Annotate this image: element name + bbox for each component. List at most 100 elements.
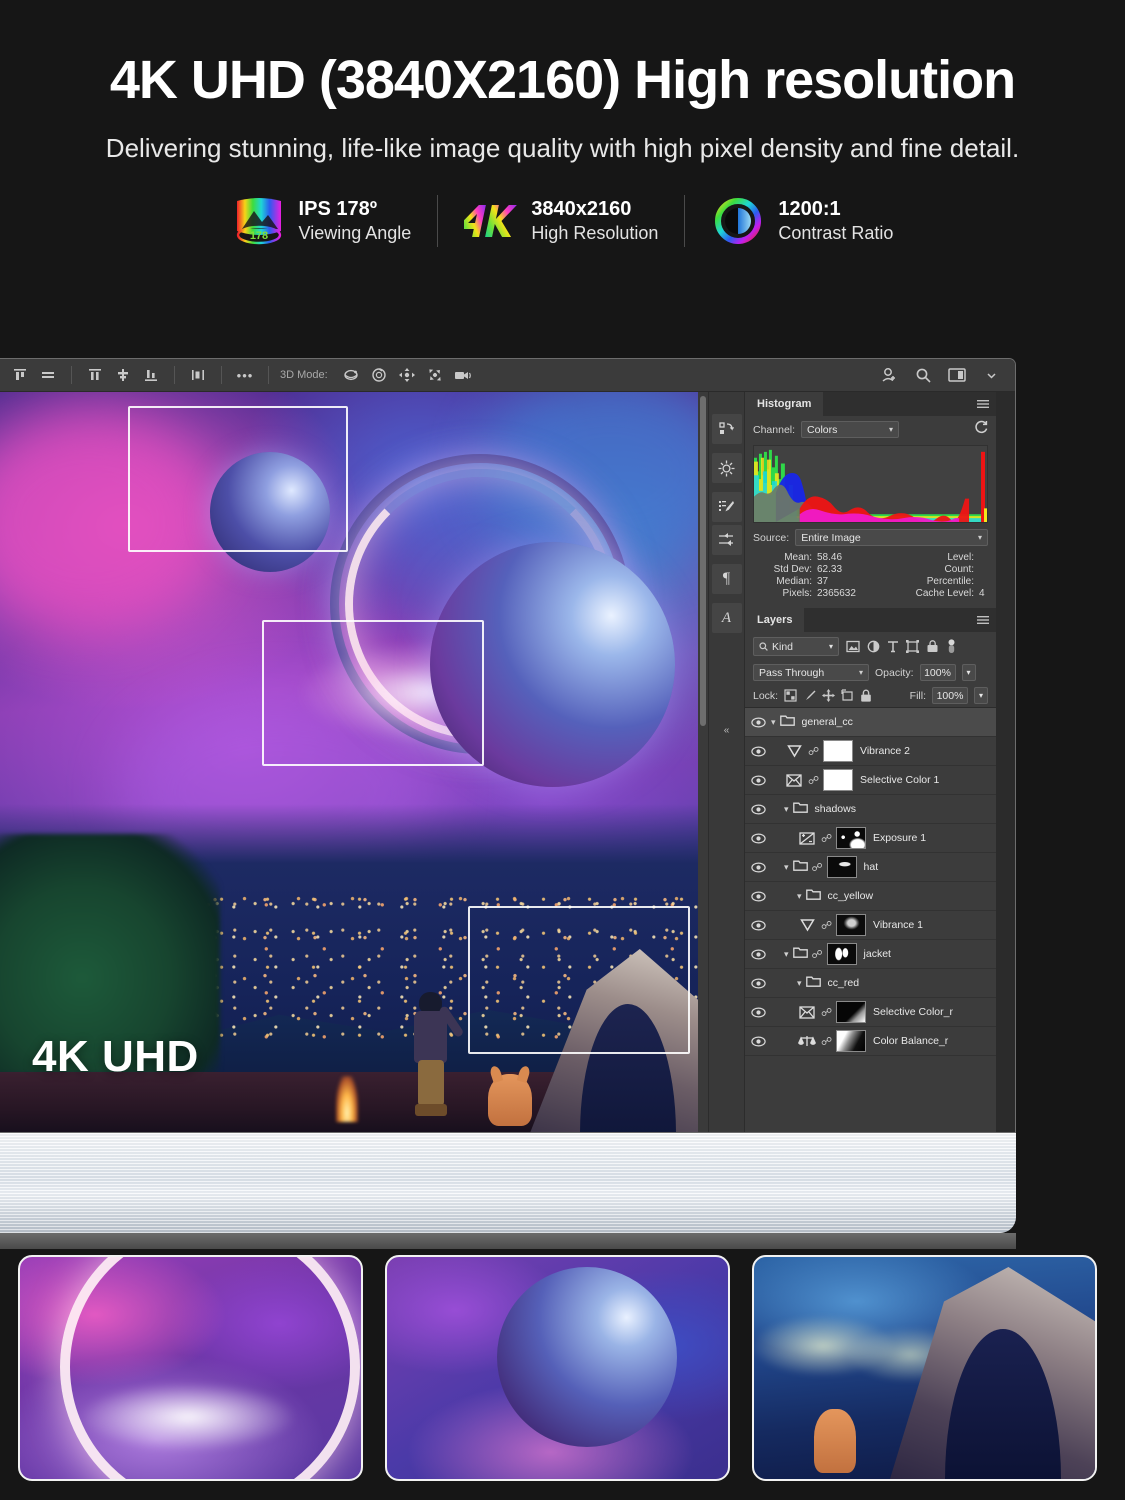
layer-visibility-toggle-icon[interactable]: [745, 774, 771, 786]
collapse-panels-icon[interactable]: «: [724, 725, 730, 736]
thumbnail-glowing-ring[interactable]: [18, 1255, 363, 1481]
layer-kind-filter[interactable]: Kind ▾: [753, 637, 839, 656]
layer-link-icon[interactable]: ☍: [812, 948, 823, 961]
align-middle-icon[interactable]: [36, 364, 60, 386]
distribute-bottom-icon[interactable]: [139, 364, 163, 386]
layer-mask-thumbnail[interactable]: [826, 943, 857, 965]
brushes-icon[interactable]: [711, 492, 742, 522]
type-layer-filter-icon[interactable]: [887, 640, 899, 653]
layer-link-icon[interactable]: ☍: [808, 774, 819, 787]
layer-visibility-toggle-icon[interactable]: [745, 948, 771, 960]
layer-row[interactable]: ▾ ☍ jacket: [745, 940, 996, 969]
lock-all-icon[interactable]: [860, 689, 872, 703]
paragraph-icon[interactable]: ¶: [711, 564, 742, 594]
rotate-3d-icon[interactable]: [340, 364, 364, 386]
distribute-top-icon[interactable]: [83, 364, 107, 386]
canvas-vertical-scrollbar[interactable]: [698, 392, 708, 1132]
layer-disclosure-icon[interactable]: ▾: [784, 804, 789, 815]
layer-mask-thumbnail[interactable]: [836, 827, 866, 849]
layer-visibility-toggle-icon[interactable]: [745, 832, 771, 844]
distribute-vertical-icon[interactable]: [186, 364, 210, 386]
slide-3d-icon[interactable]: [424, 364, 448, 386]
layer-disclosure-icon[interactable]: ▾: [797, 891, 802, 902]
history-icon[interactable]: [711, 414, 742, 444]
layer-disclosure-icon[interactable]: ▾: [797, 978, 802, 989]
layer-disclosure-icon[interactable]: ▾: [771, 717, 776, 728]
tab-histogram[interactable]: Histogram: [745, 392, 824, 416]
layer-link-icon[interactable]: ☍: [812, 861, 823, 874]
histogram-panel-menu-icon[interactable]: [977, 392, 996, 416]
layer-row[interactable]: ☍ Exposure 1: [745, 824, 996, 853]
lock-position-icon[interactable]: [822, 689, 836, 702]
layer-visibility-toggle-icon[interactable]: [745, 803, 771, 815]
layer-visibility-toggle-icon[interactable]: [745, 1035, 771, 1047]
fill-stepper-icon[interactable]: ▾: [974, 687, 988, 704]
layer-row[interactable]: ▾ ☍ hat: [745, 853, 996, 882]
filter-toggle-icon[interactable]: [946, 639, 957, 654]
layer-mask-thumbnail[interactable]: [823, 769, 853, 791]
search-icon[interactable]: [911, 364, 935, 386]
fill-value[interactable]: 100%: [932, 687, 968, 704]
distribute-center-icon[interactable]: [111, 364, 135, 386]
layer-row[interactable]: ☍ Vibrance 2: [745, 737, 996, 766]
layer-link-icon[interactable]: ☍: [821, 832, 832, 845]
shape-layer-filter-icon[interactable]: [906, 640, 919, 653]
layer-visibility-toggle-icon[interactable]: [745, 745, 771, 757]
layer-mask-thumbnail[interactable]: [836, 1030, 866, 1052]
refresh-icon[interactable]: [974, 420, 988, 439]
layer-visibility-toggle-icon[interactable]: [745, 977, 771, 989]
selection-rectangle-2[interactable]: [262, 620, 484, 766]
share-icon[interactable]: [877, 364, 901, 386]
character-icon[interactable]: A: [711, 603, 742, 633]
lock-image-pixels-icon[interactable]: [803, 689, 816, 702]
layer-link-icon[interactable]: ☍: [821, 1006, 832, 1019]
thumbnail-planet[interactable]: [385, 1255, 730, 1481]
layer-row[interactable]: ☍ Color Balance_r: [745, 1027, 996, 1056]
layer-row[interactable]: ▾ cc_red: [745, 969, 996, 998]
channel-select[interactable]: Colors ▾: [801, 421, 900, 438]
layer-link-icon[interactable]: ☍: [821, 919, 832, 932]
lock-transparent-pixels-icon[interactable]: [784, 689, 797, 702]
scale-3d-camera-icon[interactable]: [452, 364, 476, 386]
layer-disclosure-icon[interactable]: ▾: [784, 949, 789, 960]
layer-row[interactable]: ☍ Vibrance 1: [745, 911, 996, 940]
layer-row[interactable]: ▾ general_cc: [745, 708, 996, 737]
workspace-icon[interactable]: [945, 364, 969, 386]
drag-3d-icon[interactable]: [396, 364, 420, 386]
layer-disclosure-icon[interactable]: ▾: [784, 862, 789, 873]
layer-row[interactable]: ▾ cc_yellow: [745, 882, 996, 911]
smart-object-filter-icon[interactable]: [926, 640, 939, 653]
blend-mode-select[interactable]: Pass Through ▾: [753, 664, 869, 681]
align-top-edges-icon[interactable]: [8, 364, 32, 386]
layer-mask-thumbnail[interactable]: [826, 856, 857, 878]
thumbnail-tent-and-dog[interactable]: [752, 1255, 1097, 1481]
lock-artboard-icon[interactable]: [841, 689, 854, 702]
layers-panel-menu-icon[interactable]: [977, 608, 996, 632]
roll-3d-icon[interactable]: [368, 364, 392, 386]
layer-row[interactable]: ▾ shadows: [745, 795, 996, 824]
layer-mask-thumbnail[interactable]: [836, 1001, 866, 1023]
layer-mask-thumbnail[interactable]: [823, 740, 853, 762]
layer-link-icon[interactable]: ☍: [808, 745, 819, 758]
source-select[interactable]: Entire Image ▾: [795, 529, 988, 546]
brush-settings-icon[interactable]: [711, 525, 742, 555]
layer-visibility-toggle-icon[interactable]: [745, 861, 771, 873]
opacity-value[interactable]: 100%: [919, 664, 956, 681]
layer-mask-thumbnail[interactable]: [836, 914, 866, 936]
tab-layers[interactable]: Layers: [745, 608, 805, 632]
layer-visibility-toggle-icon[interactable]: [745, 716, 771, 728]
selection-rectangle-1[interactable]: [128, 406, 348, 552]
layer-visibility-toggle-icon[interactable]: [745, 919, 771, 931]
layer-visibility-toggle-icon[interactable]: [745, 1006, 771, 1018]
adjustment-layer-filter-icon[interactable]: [867, 640, 880, 653]
chevron-down-icon[interactable]: [979, 364, 1003, 386]
opacity-stepper-icon[interactable]: ▾: [961, 664, 976, 681]
more-options-icon[interactable]: •••: [233, 364, 257, 386]
adjustments-icon[interactable]: [711, 453, 742, 483]
pixel-layer-filter-icon[interactable]: [846, 640, 860, 653]
layer-row[interactable]: ☍ Selective Color 1: [745, 766, 996, 795]
photoshop-canvas[interactable]: 4K UHD: [0, 392, 698, 1132]
layer-visibility-toggle-icon[interactable]: [745, 890, 771, 902]
layer-link-icon[interactable]: ☍: [821, 1035, 832, 1048]
selection-rectangle-3[interactable]: [468, 906, 690, 1054]
